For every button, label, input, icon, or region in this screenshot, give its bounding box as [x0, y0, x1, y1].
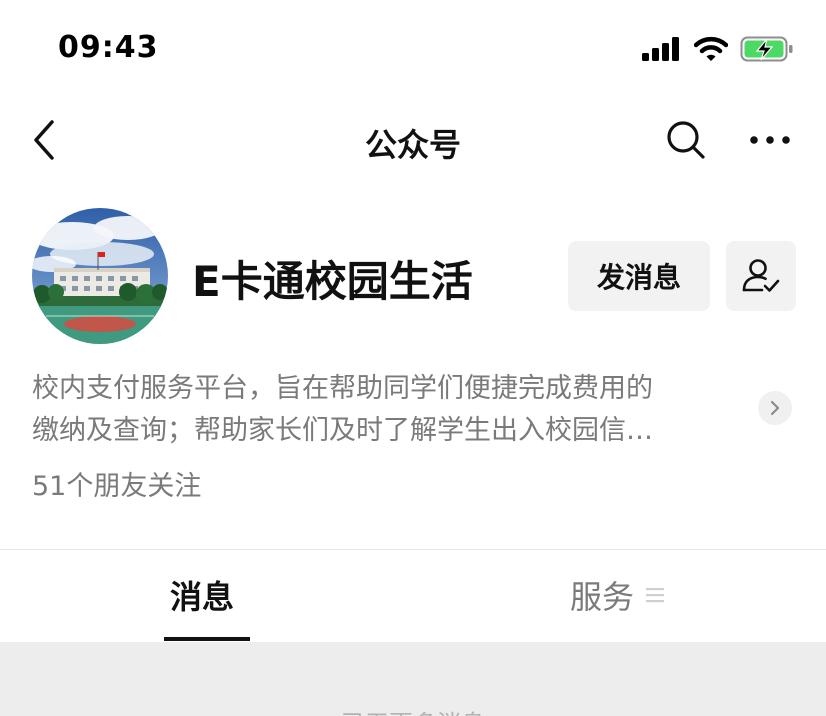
friends-following-count[interactable]: 51个朋友关注	[32, 464, 201, 503]
description-line-1: 校内支付服务平台，旨在帮助同学们便捷完成费用的	[32, 373, 653, 404]
nav-bar: 公众号	[0, 100, 826, 180]
message-list[interactable]: 已无更多消息	[0, 642, 826, 716]
more-icon	[750, 136, 790, 144]
chevron-right-icon	[770, 400, 780, 416]
official-account-screen: 09:43 公众号 E卡通校园生活 发消息 校内支付服务平台，旨在帮助同学们便捷…	[0, 0, 826, 716]
battery-charging-icon	[740, 35, 794, 67]
description-expand-button[interactable]	[758, 391, 792, 425]
tab-services-label: 服务	[570, 578, 635, 616]
account-avatar[interactable]	[32, 208, 168, 344]
user-check-icon	[742, 259, 780, 292]
account-description[interactable]: 校内支付服务平台，旨在帮助同学们便捷完成费用的 缴纳及查询；帮助家长们及时了解学…	[32, 368, 752, 452]
search-icon	[667, 121, 705, 159]
campus-photo-icon	[32, 208, 168, 344]
send-message-button[interactable]: 发消息	[568, 241, 710, 311]
active-tab-indicator	[164, 637, 250, 641]
tab-services[interactable]: 服务	[570, 572, 666, 618]
account-name: E卡通校园生活	[192, 257, 473, 306]
search-button[interactable]	[664, 118, 708, 162]
status-time: 09:43	[58, 30, 159, 65]
more-button[interactable]	[748, 118, 792, 162]
status-icons	[642, 34, 794, 68]
signal-icon	[642, 37, 682, 65]
menu-icon	[646, 588, 665, 603]
description-line-2: 缴纳及查询；帮助家长们及时了解学生出入校园信…	[32, 415, 653, 446]
tab-messages[interactable]: 消息	[170, 572, 234, 618]
following-button[interactable]	[726, 241, 796, 311]
status-bar: 09:43	[0, 0, 826, 100]
wifi-icon	[693, 36, 729, 66]
section-divider	[0, 549, 826, 550]
no-more-messages-text: 已无更多消息	[0, 704, 826, 716]
